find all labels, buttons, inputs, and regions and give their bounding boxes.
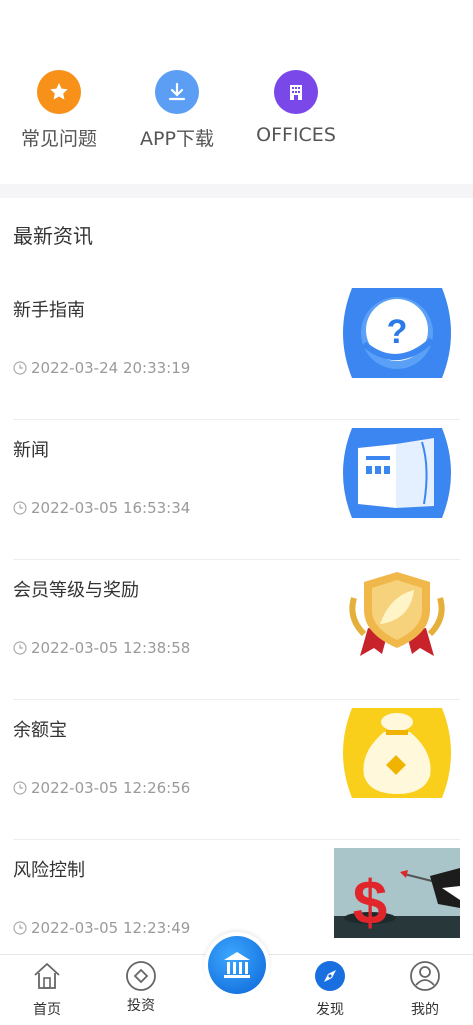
news-item-date: 2022-03-24 20:33:19	[13, 359, 190, 377]
news-item-date-text: 2022-03-05 12:38:58	[31, 639, 191, 657]
money-bag-icon	[334, 708, 460, 798]
news-item-title: 风险控制	[13, 860, 85, 881]
app-download-button[interactable]: APP下载	[122, 70, 232, 151]
news-item[interactable]: 新手指南 2022-03-24 20:33:19 ?	[0, 280, 473, 420]
svg-text:$: $	[353, 869, 387, 938]
news-item-date-text: 2022-03-05 16:53:34	[31, 499, 191, 517]
center-bank-button[interactable]	[204, 932, 270, 998]
app-download-label: APP下载	[140, 128, 214, 150]
star-icon	[37, 70, 81, 114]
news-section: 最新资讯 新手指南 2022-03-24 20:33:19 ? 新闻 2022-…	[0, 198, 473, 958]
faq-button[interactable]: 常见问题	[4, 70, 114, 151]
dollar-dart-icon: $	[334, 848, 460, 938]
tab-invest-label: 投资	[127, 998, 155, 1014]
news-item-date: 2022-03-05 12:26:56	[13, 779, 190, 797]
quick-actions-panel: 常见问题 APP下载 OFFICES	[0, 0, 473, 184]
tab-mine[interactable]: 我的	[385, 959, 465, 1019]
clock-icon	[13, 501, 27, 515]
news-item-title: 余额宝	[13, 720, 67, 741]
news-item[interactable]: 余额宝 2022-03-05 12:26:56	[0, 700, 473, 840]
tab-discover-label: 发现	[316, 1002, 344, 1018]
question-icon: ?	[334, 288, 460, 378]
tab-invest[interactable]: 投资	[101, 959, 181, 1015]
clock-icon	[13, 921, 27, 935]
home-icon	[30, 959, 64, 993]
faq-label: 常见问题	[20, 128, 97, 150]
news-section-title: 最新资讯	[13, 224, 93, 248]
news-item-title: 新手指南	[13, 300, 85, 321]
tab-mine-label: 我的	[411, 1002, 439, 1018]
shield-badge-icon	[334, 568, 460, 658]
newspaper-icon	[334, 428, 460, 518]
news-item[interactable]: 会员等级与奖励 2022-03-05 12:38:58	[0, 560, 473, 700]
tab-home[interactable]: 首页	[7, 959, 87, 1019]
news-item-date: 2022-03-05 12:23:49	[13, 919, 190, 937]
tab-home-label: 首页	[33, 1002, 61, 1018]
offices-label: OFFICES	[256, 124, 336, 146]
svg-text:?: ?	[387, 313, 408, 351]
news-item[interactable]: 新闻 2022-03-05 16:53:34	[0, 420, 473, 560]
download-icon	[155, 70, 199, 114]
news-item-date-text: 2022-03-05 12:26:56	[31, 779, 191, 797]
news-item-title: 新闻	[13, 440, 49, 461]
news-item-date-text: 2022-03-24 20:33:19	[31, 359, 191, 377]
clock-icon	[13, 781, 27, 795]
news-item-date: 2022-03-05 12:38:58	[13, 639, 190, 657]
news-item-title: 会员等级与奖励	[13, 580, 139, 601]
tab-discover[interactable]: 发现	[290, 959, 370, 1019]
news-item-date: 2022-03-05 16:53:34	[13, 499, 190, 517]
clock-icon	[13, 641, 27, 655]
compass-icon	[313, 959, 347, 993]
user-icon	[408, 959, 442, 993]
clock-icon	[13, 361, 27, 375]
building-icon	[274, 70, 318, 114]
invest-icon	[124, 959, 158, 993]
bank-icon	[208, 936, 266, 994]
offices-button[interactable]: OFFICES	[241, 70, 351, 146]
news-item-date-text: 2022-03-05 12:23:49	[31, 919, 191, 937]
